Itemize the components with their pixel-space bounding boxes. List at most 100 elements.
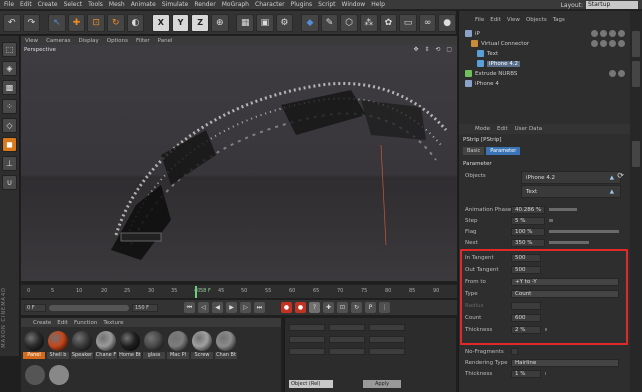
object-row[interactable]: Virtual Connector	[465, 39, 625, 48]
position-key-icon[interactable]: ✚	[323, 302, 334, 313]
menu-window[interactable]: Window	[342, 1, 366, 8]
preview-range-slider[interactable]	[49, 304, 129, 311]
side-tab-objects[interactable]	[632, 31, 640, 57]
object-row[interactable]: Extrude NURBS	[465, 69, 625, 78]
rotate-icon[interactable]: ↻	[106, 13, 125, 32]
cube-icon[interactable]: ◆	[301, 13, 319, 32]
param-input[interactable]	[511, 301, 541, 310]
render-settings-icon[interactable]: ⚙	[275, 13, 294, 32]
texture-mode-icon[interactable]: ▩	[2, 80, 17, 95]
subdivide-icon[interactable]: ⬡	[340, 13, 358, 32]
perspective-viewport[interactable]: Perspective ✥ ⇕ ⟲ ▢	[21, 45, 457, 281]
menu-edit[interactable]: Edit	[20, 1, 32, 8]
viewport-menu-panel[interactable]: Panel	[158, 38, 173, 44]
y-axis-button[interactable]: Y	[171, 13, 190, 32]
param-input[interactable]: 600	[511, 313, 541, 322]
object-link-field[interactable]: Text ▲	[521, 185, 621, 198]
coord-field[interactable]	[289, 348, 325, 355]
menu-character[interactable]: Character	[255, 1, 285, 8]
attr-menu-mode[interactable]: Mode	[475, 126, 490, 132]
material-swatch[interactable]: Chane F	[95, 331, 117, 359]
param-slider[interactable]	[549, 230, 619, 233]
next-key-icon[interactable]: ▷	[240, 302, 251, 313]
go-to-end-icon[interactable]: ⏭	[254, 302, 265, 313]
material-menu-function[interactable]: Function	[74, 320, 97, 326]
viewport-menu-filter[interactable]: Filter	[136, 38, 150, 44]
coord-field[interactable]	[289, 336, 325, 343]
side-tab-structure[interactable]	[632, 61, 640, 87]
recent-tools-icon[interactable]: ◐	[126, 13, 145, 32]
material-preview[interactable]	[49, 365, 69, 385]
array-icon[interactable]: ⁂	[359, 13, 378, 32]
object-link-field[interactable]: iPhone 4.2 ▲	[521, 171, 621, 184]
material-menu-create[interactable]: Create	[33, 320, 51, 326]
param-slider[interactable]	[549, 208, 577, 211]
viewport-menu-options[interactable]: Options	[107, 38, 128, 44]
no-fragments-checkbox[interactable]	[511, 348, 518, 355]
coord-field[interactable]	[289, 324, 325, 331]
autokey-icon[interactable]: ●	[295, 302, 306, 313]
param-slider[interactable]	[549, 219, 553, 222]
tab-basic[interactable]: Basic	[463, 147, 485, 155]
object-row[interactable]: iP	[465, 29, 625, 38]
param-slider[interactable]	[545, 328, 547, 331]
menu-script[interactable]: Script	[318, 1, 335, 8]
move-icon[interactable]: ✚	[67, 13, 86, 32]
coord-field[interactable]	[329, 348, 365, 355]
menu-mograph[interactable]: MoGraph	[222, 1, 249, 8]
material-menu-edit[interactable]: Edit	[57, 320, 68, 326]
viewport-menu-display[interactable]: Display	[79, 38, 99, 44]
edges-mode-icon[interactable]: ◇	[2, 118, 17, 133]
play-icon[interactable]: ▶	[226, 302, 237, 313]
object-row[interactable]: iPhone 4	[465, 79, 625, 88]
make-editable-icon[interactable]: ⬚	[2, 42, 17, 57]
light-icon[interactable]: ●	[438, 13, 457, 32]
object-menu-objects[interactable]: Objects	[526, 17, 547, 23]
select-icon[interactable]: ↖	[48, 13, 66, 32]
keyframe-selection-icon[interactable]: ?	[309, 302, 320, 313]
timeline-playhead[interactable]	[195, 286, 197, 298]
menu-render[interactable]: Render	[194, 1, 215, 8]
param-input[interactable]: 100 %	[511, 227, 545, 236]
param-input[interactable]: 500	[511, 253, 541, 262]
param-input[interactable]: 5 %	[511, 216, 545, 225]
param-input[interactable]: 1 %	[511, 369, 541, 378]
coord-field[interactable]	[329, 336, 365, 343]
type-dropdown[interactable]: Count	[511, 289, 619, 298]
object-menu-tags[interactable]: Tags	[553, 17, 565, 23]
object-row[interactable]: iPhone 4.2	[465, 59, 625, 68]
menu-help[interactable]: Help	[371, 1, 385, 8]
from-to-dropdown[interactable]: +Y to -Y	[511, 277, 619, 286]
points-mode-icon[interactable]: ⁘	[2, 99, 17, 114]
x-axis-button[interactable]: X	[152, 13, 170, 32]
viewport-menu-view[interactable]: View	[25, 38, 38, 44]
material-swatch[interactable]: Home Bt	[119, 331, 141, 359]
material-swatch[interactable]: Speaker	[71, 331, 93, 359]
scale-icon[interactable]: ⊡	[87, 13, 105, 32]
param-input[interactable]: 350 %	[511, 238, 545, 247]
go-to-start-icon[interactable]: ⏮	[184, 302, 195, 313]
material-swatch[interactable]: Mac Pl	[167, 331, 189, 359]
previous-frame-icon[interactable]: ◀	[212, 302, 223, 313]
camera-icon[interactable]: ∞	[418, 13, 437, 32]
record-icon[interactable]: ●	[281, 302, 292, 313]
material-swatch[interactable]: Shell b	[47, 331, 69, 359]
render-icon[interactable]: ▣	[256, 13, 274, 32]
coord-field[interactable]	[369, 336, 405, 343]
deformer-icon[interactable]: ✿	[379, 13, 398, 32]
param-input[interactable]: 500	[511, 265, 541, 274]
viewport-menu-cameras[interactable]: Cameras	[46, 38, 70, 44]
object-row[interactable]: Text	[465, 49, 625, 58]
param-input[interactable]: 2 %	[511, 325, 541, 334]
material-preview[interactable]	[25, 365, 45, 385]
side-tab-attributes[interactable]	[632, 141, 640, 167]
coord-field[interactable]	[369, 348, 405, 355]
z-axis-button[interactable]: Z	[191, 13, 209, 32]
coord-field[interactable]	[369, 324, 405, 331]
refresh-icon[interactable]: ⟳	[617, 171, 624, 180]
material-swatch[interactable]: glass	[143, 331, 165, 359]
material-menu-texture[interactable]: Texture	[103, 320, 123, 326]
timeline[interactable]: 0 5 10 20 25 30 35 40 45 50 55 60 65 70 …	[21, 284, 457, 298]
menu-tools[interactable]: Tools	[88, 1, 103, 8]
rotation-key-icon[interactable]: ↻	[351, 302, 362, 313]
